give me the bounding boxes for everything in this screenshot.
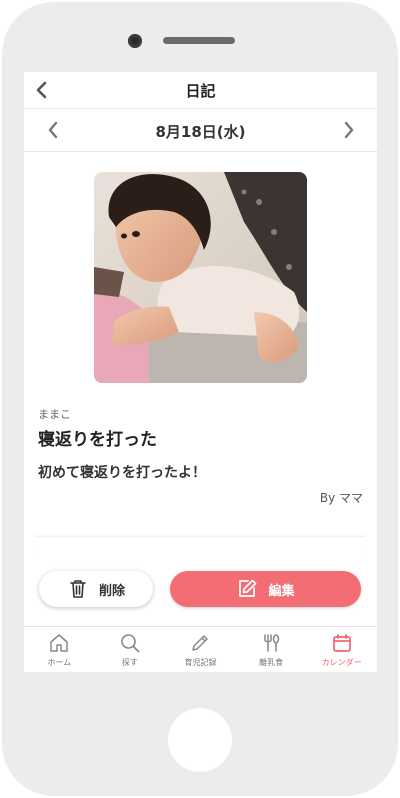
trash-icon bbox=[70, 580, 86, 598]
tab-baby-food[interactable]: 離乳食 bbox=[236, 627, 307, 672]
tab-bar: ホーム 探す 育児記録 離乳食 カレンダー bbox=[24, 626, 377, 672]
tab-label: カレンダー bbox=[321, 658, 362, 667]
tab-search[interactable]: 探す bbox=[95, 627, 166, 672]
tab-label: 離乳食 bbox=[259, 658, 284, 667]
delete-button[interactable]: 削除 bbox=[39, 571, 153, 607]
next-day-button[interactable] bbox=[338, 119, 360, 141]
tab-home[interactable]: ホーム bbox=[24, 627, 95, 672]
phone-frame: 日記 8月18日(水) ままこ 寝返りを打った 初めて寝返りを打ったよ！ By … bbox=[0, 0, 400, 798]
pencil-icon bbox=[192, 635, 209, 651]
entry-body: 初めて寝返りを打ったよ！ bbox=[38, 465, 206, 481]
tab-childcare-record[interactable]: 育児記録 bbox=[165, 627, 236, 672]
baby-photo-image bbox=[94, 172, 307, 383]
tab-label: 育児記録 bbox=[184, 658, 217, 667]
speaker-slot bbox=[163, 37, 235, 44]
tab-label: 探す bbox=[121, 658, 138, 667]
entry-photo[interactable] bbox=[94, 172, 307, 383]
nav-bar: 日記 bbox=[24, 72, 377, 109]
tab-label: ホーム bbox=[47, 658, 72, 667]
home-button[interactable] bbox=[168, 708, 232, 772]
search-icon bbox=[121, 634, 140, 653]
edit-button[interactable]: 編集 bbox=[170, 571, 361, 607]
page-title: 日記 bbox=[185, 82, 216, 100]
utensils-icon bbox=[264, 634, 280, 652]
edit-icon bbox=[239, 579, 257, 597]
delete-button-label: 削除 bbox=[98, 583, 125, 599]
home-icon bbox=[50, 634, 69, 652]
calendar-icon bbox=[332, 634, 351, 652]
app-screen: 日記 8月18日(水) ままこ 寝返りを打った 初めて寝返りを打ったよ！ By … bbox=[24, 72, 377, 672]
chevron-right-icon bbox=[344, 121, 354, 139]
edit-button-label: 編集 bbox=[268, 583, 295, 599]
entry-byline: By ママ bbox=[319, 491, 363, 505]
action-bar: 削除 編集 bbox=[24, 554, 377, 626]
tab-calendar[interactable]: カレンダー bbox=[306, 627, 377, 672]
camera-icon bbox=[128, 34, 142, 48]
entry-author: ままこ bbox=[38, 408, 71, 421]
date-navigator: 8月18日(水) bbox=[24, 109, 377, 152]
current-date: 8月18日(水) bbox=[155, 123, 246, 141]
entry-title: 寝返りを打った bbox=[38, 430, 157, 450]
